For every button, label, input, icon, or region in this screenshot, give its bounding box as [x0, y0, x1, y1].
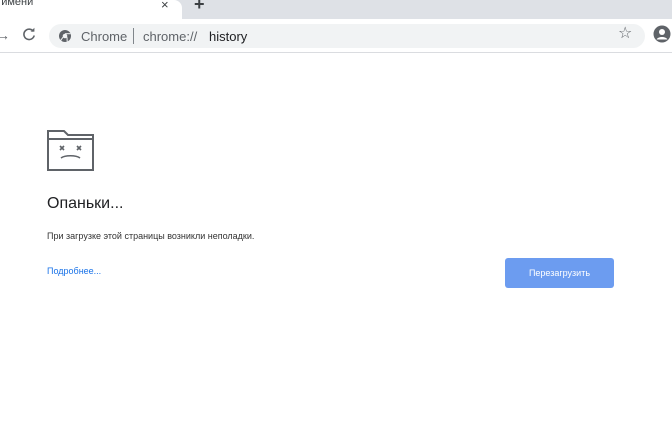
- tab-active[interactable]: Без имени ×: [0, 0, 182, 19]
- omnibox-separator: [133, 28, 134, 44]
- reload-button[interactable]: Перезагрузить: [505, 258, 614, 288]
- profile-avatar-icon[interactable]: [653, 25, 671, 43]
- sad-tab-icon: [47, 130, 94, 171]
- new-tab-icon[interactable]: +: [194, 0, 205, 14]
- error-message: При загрузке этой страницы возникли непо…: [47, 231, 255, 241]
- url-host: history: [209, 29, 248, 44]
- url-scheme: chrome://: [143, 29, 198, 44]
- tab-close-icon[interactable]: ×: [161, 0, 169, 13]
- chip-label: Chrome: [81, 29, 128, 44]
- toolbar: → Chrome chrome:// history: [0, 19, 672, 53]
- tab-strip: Без имени × +: [0, 0, 672, 19]
- omnibox[interactable]: Chrome chrome:// history: [49, 24, 645, 48]
- bookmark-star-icon[interactable]: ☆: [618, 25, 632, 43]
- tab-title: Без имени: [0, 0, 34, 8]
- reload-icon[interactable]: [21, 26, 37, 42]
- learn-more-link[interactable]: Подробнее...: [47, 266, 101, 276]
- error-title: Опаньки...: [47, 195, 124, 212]
- forward-icon[interactable]: →: [0, 27, 10, 43]
- chrome-page-icon: [59, 30, 71, 42]
